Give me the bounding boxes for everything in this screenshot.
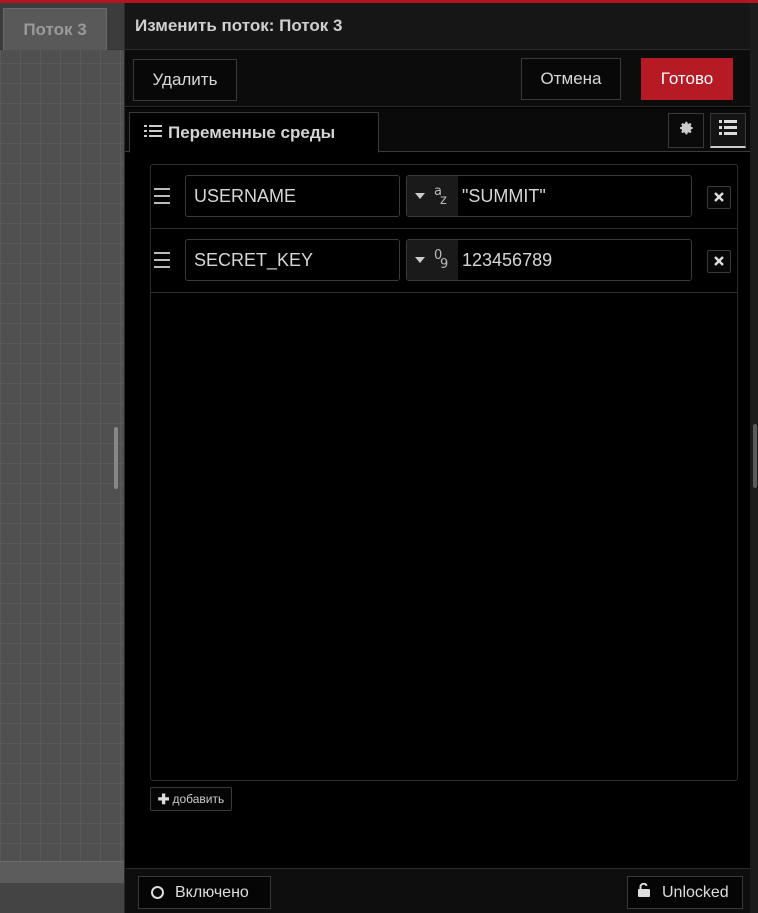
lock-toggle[interactable]: Unlocked (627, 876, 743, 909)
tab-env-vars[interactable]: Переменные среды (129, 112, 379, 153)
env-var-list: az 09 (150, 164, 738, 781)
env-var-row: 09 (151, 229, 737, 293)
done-button[interactable]: Готово (641, 58, 733, 100)
plus-icon: ✚ (157, 790, 170, 807)
caret-down-icon (415, 193, 425, 199)
drag-handle-icon[interactable] (154, 252, 170, 268)
workspace-horizontal-scrollbar[interactable] (0, 861, 124, 883)
tray-resize-handle[interactable] (114, 427, 118, 489)
gear-icon (677, 119, 695, 142)
enabled-label: Включено (175, 883, 249, 901)
tray-footer: Включено Unlocked (125, 868, 751, 913)
type-select-string[interactable]: az (407, 176, 458, 216)
close-icon (714, 253, 724, 271)
flow-workspace[interactable]: Поток 3 (0, 3, 124, 913)
env-var-name-input[interactable] (185, 175, 400, 217)
env-var-value-input[interactable] (459, 176, 691, 216)
string-type-icon: az (434, 184, 447, 208)
type-select-number[interactable]: 09 (407, 240, 458, 280)
enabled-toggle[interactable]: Включено (138, 876, 271, 909)
list-icon (719, 119, 737, 141)
tray-title: Изменить поток: Поток 3 (125, 3, 751, 50)
tab-env-vars-label: Переменные среды (168, 122, 336, 142)
env-var-value-field: 09 (406, 239, 692, 281)
env-var-name-input[interactable] (185, 239, 400, 281)
drag-handle-icon[interactable] (154, 188, 170, 204)
unlock-icon (638, 882, 650, 902)
tray-tabs: Переменные среды (125, 108, 751, 153)
add-label: добавить (172, 792, 225, 806)
number-type-icon: 09 (434, 248, 449, 272)
circle-icon (151, 886, 164, 899)
env-var-row: az (151, 165, 737, 229)
delete-button[interactable]: Удалить (133, 59, 237, 101)
close-icon (714, 189, 724, 207)
tab-description[interactable] (710, 113, 746, 148)
env-var-value-input[interactable] (459, 240, 691, 280)
workspace-footer (0, 883, 124, 913)
caret-down-icon (415, 257, 425, 263)
remove-button[interactable] (707, 186, 731, 209)
tab-settings[interactable] (668, 113, 704, 148)
remove-button[interactable] (707, 250, 731, 273)
cancel-button[interactable]: Отмена (521, 58, 621, 100)
workspace-tab[interactable]: Поток 3 (3, 8, 107, 50)
tray-toolbar: Удалить Отмена Готово (125, 50, 751, 107)
workspace-tab-bar: Поток 3 (0, 3, 124, 50)
list-icon (144, 123, 162, 143)
edit-flow-tray: Изменить поток: Поток 3 Удалить Отмена Г… (124, 3, 751, 913)
env-var-value-field: az (406, 175, 692, 217)
lock-label: Unlocked (662, 883, 729, 901)
add-env-var-button[interactable]: ✚ добавить (150, 787, 232, 811)
sidebar-resize-handle[interactable] (753, 424, 757, 488)
